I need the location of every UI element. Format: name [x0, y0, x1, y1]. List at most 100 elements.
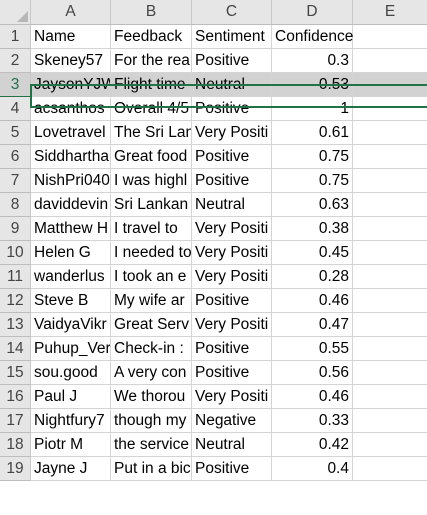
- row-header[interactable]: 1: [0, 25, 31, 49]
- row-header[interactable]: 3: [0, 73, 31, 97]
- cell-e16[interactable]: [353, 385, 427, 409]
- cell-c2[interactable]: Positive: [192, 49, 272, 73]
- cell-a9[interactable]: Matthew H: [31, 217, 111, 241]
- column-header-e[interactable]: E: [353, 0, 427, 25]
- cell-a18[interactable]: Piotr M: [31, 433, 111, 457]
- cell-a1[interactable]: Name: [31, 25, 111, 49]
- cell-a5[interactable]: Lovetravel: [31, 121, 111, 145]
- cell-e6[interactable]: [353, 145, 427, 169]
- cell-a3[interactable]: JaysonYJW: [31, 73, 111, 97]
- cell-c5[interactable]: Very Positi: [192, 121, 272, 145]
- cell-b8[interactable]: Sri Lankan: [111, 193, 192, 217]
- row-header[interactable]: 5: [0, 121, 31, 145]
- cell-b19[interactable]: Put in a bic: [111, 457, 192, 481]
- cell-e4[interactable]: [353, 97, 427, 121]
- cell-a19[interactable]: Jayne J: [31, 457, 111, 481]
- cell-d3[interactable]: 0.53: [272, 73, 353, 97]
- cell-e7[interactable]: [353, 169, 427, 193]
- cell-e1[interactable]: [353, 25, 427, 49]
- row-header[interactable]: 12: [0, 289, 31, 313]
- cell-a13[interactable]: VaidyaVikr: [31, 313, 111, 337]
- cell-d11[interactable]: 0.28: [272, 265, 353, 289]
- cell-a4[interactable]: acsanthos: [31, 97, 111, 121]
- cell-e2[interactable]: [353, 49, 427, 73]
- cell-e5[interactable]: [353, 121, 427, 145]
- cell-d10[interactable]: 0.45: [272, 241, 353, 265]
- row-header[interactable]: 16: [0, 385, 31, 409]
- cell-a8[interactable]: daviddevin: [31, 193, 111, 217]
- cell-d6[interactable]: 0.75: [272, 145, 353, 169]
- cell-b15[interactable]: A very con: [111, 361, 192, 385]
- cell-b13[interactable]: Great Serv: [111, 313, 192, 337]
- cell-b11[interactable]: I took an e: [111, 265, 192, 289]
- cell-a2[interactable]: Skeney57: [31, 49, 111, 73]
- cell-e9[interactable]: [353, 217, 427, 241]
- cell-e14[interactable]: [353, 337, 427, 361]
- cell-b6[interactable]: Great food: [111, 145, 192, 169]
- cell-d4[interactable]: 1: [272, 97, 353, 121]
- cell-c14[interactable]: Positive: [192, 337, 272, 361]
- column-header-c[interactable]: C: [192, 0, 272, 25]
- column-header-d[interactable]: D: [272, 0, 353, 25]
- cell-b18[interactable]: the service: [111, 433, 192, 457]
- cell-e8[interactable]: [353, 193, 427, 217]
- cell-d19[interactable]: 0.4: [272, 457, 353, 481]
- cell-d7[interactable]: 0.75: [272, 169, 353, 193]
- cell-d2[interactable]: 0.3: [272, 49, 353, 73]
- cell-a6[interactable]: Siddhartha: [31, 145, 111, 169]
- row-header[interactable]: 11: [0, 265, 31, 289]
- cell-e3[interactable]: [353, 73, 427, 97]
- row-header[interactable]: 15: [0, 361, 31, 385]
- row-header[interactable]: 8: [0, 193, 31, 217]
- cell-c9[interactable]: Very Positi: [192, 217, 272, 241]
- row-header[interactable]: 9: [0, 217, 31, 241]
- cell-c3[interactable]: Neutral: [192, 73, 272, 97]
- row-header[interactable]: 4: [0, 97, 31, 121]
- column-header-b[interactable]: B: [111, 0, 192, 25]
- cell-e19[interactable]: [353, 457, 427, 481]
- cell-a15[interactable]: sou.good: [31, 361, 111, 385]
- cell-c16[interactable]: Very Positi: [192, 385, 272, 409]
- row-header[interactable]: 19: [0, 457, 31, 481]
- cell-b5[interactable]: The Sri Lan: [111, 121, 192, 145]
- cell-a14[interactable]: Puhup_Ver: [31, 337, 111, 361]
- cell-a17[interactable]: Nightfury7: [31, 409, 111, 433]
- cell-e10[interactable]: [353, 241, 427, 265]
- cell-d14[interactable]: 0.55: [272, 337, 353, 361]
- cell-b17[interactable]: though my: [111, 409, 192, 433]
- cell-e11[interactable]: [353, 265, 427, 289]
- cell-b14[interactable]: Check-in :: [111, 337, 192, 361]
- cell-b9[interactable]: I travel to: [111, 217, 192, 241]
- cell-a12[interactable]: Steve B: [31, 289, 111, 313]
- cell-c7[interactable]: Positive: [192, 169, 272, 193]
- cell-e15[interactable]: [353, 361, 427, 385]
- row-header[interactable]: 6: [0, 145, 31, 169]
- cell-d8[interactable]: 0.63: [272, 193, 353, 217]
- cell-d17[interactable]: 0.33: [272, 409, 353, 433]
- row-header[interactable]: 2: [0, 49, 31, 73]
- cell-e17[interactable]: [353, 409, 427, 433]
- cell-d12[interactable]: 0.46: [272, 289, 353, 313]
- cell-d16[interactable]: 0.46: [272, 385, 353, 409]
- cell-c11[interactable]: Very Positi: [192, 265, 272, 289]
- column-header-a[interactable]: A: [31, 0, 111, 25]
- cell-b7[interactable]: I was highl: [111, 169, 192, 193]
- cell-c17[interactable]: Negative: [192, 409, 272, 433]
- cell-d18[interactable]: 0.42: [272, 433, 353, 457]
- cell-c6[interactable]: Positive: [192, 145, 272, 169]
- cell-b2[interactable]: For the rea: [111, 49, 192, 73]
- cell-c13[interactable]: Very Positi: [192, 313, 272, 337]
- cell-d5[interactable]: 0.61: [272, 121, 353, 145]
- cell-c8[interactable]: Neutral: [192, 193, 272, 217]
- cell-c1[interactable]: Sentiment: [192, 25, 272, 49]
- cell-e13[interactable]: [353, 313, 427, 337]
- cell-d9[interactable]: 0.38: [272, 217, 353, 241]
- select-all-corner[interactable]: [0, 0, 31, 25]
- cell-b1[interactable]: Feedback: [111, 25, 192, 49]
- row-header[interactable]: 10: [0, 241, 31, 265]
- cell-c15[interactable]: Positive: [192, 361, 272, 385]
- cell-a10[interactable]: Helen G: [31, 241, 111, 265]
- cell-c18[interactable]: Neutral: [192, 433, 272, 457]
- cell-b4[interactable]: Overall 4/5: [111, 97, 192, 121]
- cell-b16[interactable]: We thorou: [111, 385, 192, 409]
